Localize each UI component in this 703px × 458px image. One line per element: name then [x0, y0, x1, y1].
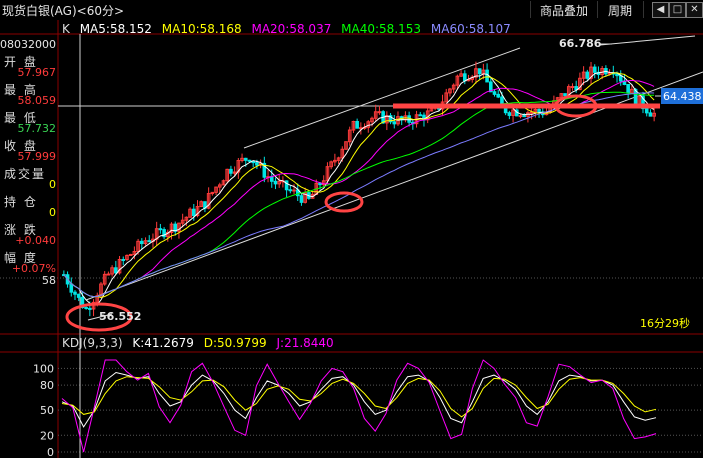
candle-down	[269, 176, 274, 182]
kdj-tick-label: 20	[40, 429, 54, 442]
candle-down	[463, 73, 467, 82]
upper-channel-line	[243, 47, 521, 149]
candle-up	[377, 111, 382, 114]
candle-down	[73, 291, 77, 295]
candle-down	[273, 180, 278, 185]
candle-down	[318, 182, 322, 186]
candle-up	[292, 189, 296, 192]
kdj-tick-labels: 0 20 50 80 100	[33, 362, 54, 458]
candle-down	[121, 258, 126, 261]
pullback-circle-1	[324, 191, 364, 213]
candle-down	[355, 120, 359, 129]
candle-down	[114, 267, 118, 274]
current-price-label: 64.438	[663, 90, 702, 103]
candle-down	[229, 168, 233, 174]
candle-down	[299, 195, 304, 203]
candle-down	[418, 114, 423, 117]
candle-down	[585, 71, 590, 79]
candle-down	[563, 93, 567, 97]
candle-down	[537, 108, 541, 113]
candle-down	[477, 68, 482, 75]
countdown-timer: 16分29秒	[640, 316, 690, 330]
kdj-j-line	[61, 359, 657, 453]
candle-up	[106, 273, 111, 276]
candle-down	[255, 162, 259, 166]
ma60-line	[63, 92, 655, 298]
kdj-tick-label: 80	[40, 379, 54, 392]
candle-down	[140, 240, 144, 245]
candle-down	[84, 307, 88, 310]
high-marker-label: 66.786	[559, 37, 602, 50]
upper-channel-line-2	[599, 35, 696, 46]
candle-down	[522, 115, 527, 118]
low-marker-label: 56.552	[99, 310, 141, 323]
candle-down	[492, 91, 497, 95]
candle-up	[518, 115, 523, 118]
candle-down	[243, 157, 248, 161]
price-chart[interactable]: 0 20 50 80 100 64.438 66.786 56.552 16分29秒	[0, 0, 703, 458]
candle-down	[88, 307, 92, 310]
candle-up	[128, 253, 133, 256]
candle-down	[247, 159, 252, 162]
candle-down	[496, 93, 501, 98]
kdj-series	[61, 359, 657, 453]
kdj-tick-label: 100	[33, 362, 54, 375]
candle-down	[158, 228, 163, 231]
candle-down	[69, 283, 74, 293]
candle-down	[407, 115, 411, 123]
candle-down	[76, 293, 81, 298]
kdj-tick-label: 0	[47, 446, 54, 458]
kdj-tick-label: 50	[40, 404, 54, 417]
candle-down	[626, 83, 630, 94]
candle-up	[570, 86, 575, 89]
candle-down	[644, 108, 649, 114]
candle-down	[147, 240, 152, 243]
candle-down	[485, 69, 489, 83]
candle-down	[191, 208, 196, 217]
candle-down	[648, 112, 653, 117]
candle-down	[392, 121, 397, 125]
candle-down	[288, 189, 293, 192]
candle-down	[592, 66, 597, 73]
candle-down	[507, 112, 512, 116]
